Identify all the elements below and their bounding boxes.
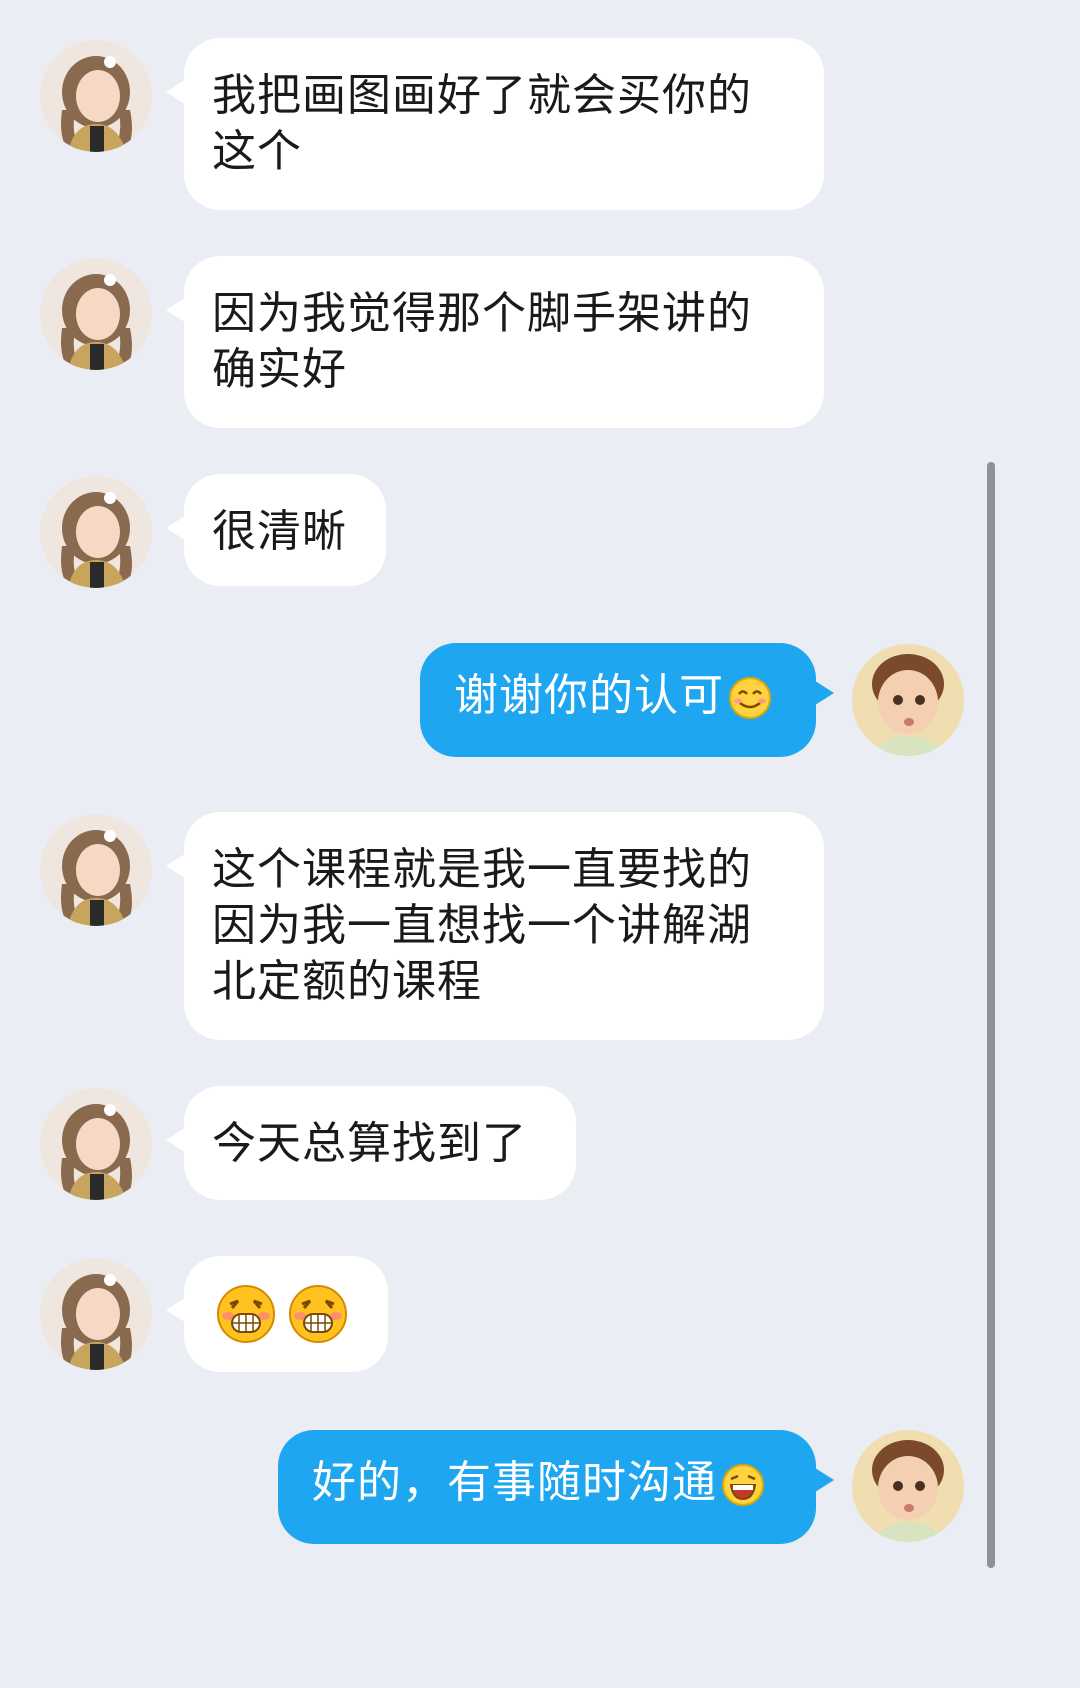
message-text: 很清晰: [212, 506, 347, 557]
bubble-tail: [812, 1466, 834, 1494]
message-bubble-sent[interactable]: 谢谢你的认可: [420, 643, 834, 757]
contact-avatar[interactable]: [40, 814, 152, 926]
smile-emoji-icon: [728, 676, 772, 720]
grin-emoji-icon: [288, 1284, 348, 1344]
contact-avatar[interactable]: [40, 1258, 152, 1370]
bubble-tail: [166, 296, 188, 324]
contact-avatar[interactable]: [40, 1088, 152, 1200]
message-bubble-received[interactable]: [166, 1256, 388, 1372]
contact-avatar[interactable]: [40, 258, 152, 370]
bubble-tail: [166, 514, 188, 542]
contact-avatar-image: [40, 1258, 152, 1370]
grin-emoji-icon: [216, 1284, 276, 1344]
message-text: 这个课程就是我一直要找的因为我一直想找一个讲解湖北定额的课程: [212, 844, 752, 1007]
self-avatar-image: [852, 1430, 964, 1542]
contact-avatar-image: [40, 258, 152, 370]
bubble-tail: [812, 679, 834, 707]
message-bubble-sent[interactable]: 好的，有事随时沟通: [278, 1430, 834, 1544]
self-avatar-image: [852, 644, 964, 756]
message-bubble-received[interactable]: 很清晰: [166, 474, 386, 586]
message-text: 好的，有事随时沟通: [312, 1457, 717, 1508]
bubble-tail: [166, 1296, 188, 1324]
laugh-emoji-icon: [721, 1463, 765, 1507]
bubble-tail: [166, 78, 188, 106]
contact-avatar-image: [40, 40, 152, 152]
message-bubble-received[interactable]: 今天总算找到了: [166, 1086, 576, 1200]
message-text: 我把画图画好了就会买你的这个: [212, 70, 752, 177]
bubble-tail: [166, 852, 188, 880]
message-bubble-received[interactable]: 因为我觉得那个脚手架讲的确实好: [166, 256, 824, 428]
contact-avatar[interactable]: [40, 40, 152, 152]
contact-avatar[interactable]: [40, 476, 152, 588]
message-text: 今天总算找到了: [212, 1118, 527, 1169]
contact-avatar-image: [40, 476, 152, 588]
self-avatar[interactable]: [852, 1430, 964, 1542]
message-text: 谢谢你的认可: [454, 670, 724, 721]
scrollbar[interactable]: [987, 462, 995, 1568]
message-bubble-received[interactable]: 我把画图画好了就会买你的这个: [166, 38, 824, 210]
bubble-tail: [166, 1126, 188, 1154]
chat-area: 我把画图画好了就会买你的这个 因为我觉得那个脚手架讲的确实好 很清晰 谢谢你的认…: [0, 0, 1003, 1568]
self-avatar[interactable]: [852, 644, 964, 756]
message-text: 因为我觉得那个脚手架讲的确实好: [212, 288, 752, 395]
contact-avatar-image: [40, 814, 152, 926]
contact-avatar-image: [40, 1088, 152, 1200]
message-bubble-received[interactable]: 这个课程就是我一直要找的因为我一直想找一个讲解湖北定额的课程: [166, 812, 824, 1040]
